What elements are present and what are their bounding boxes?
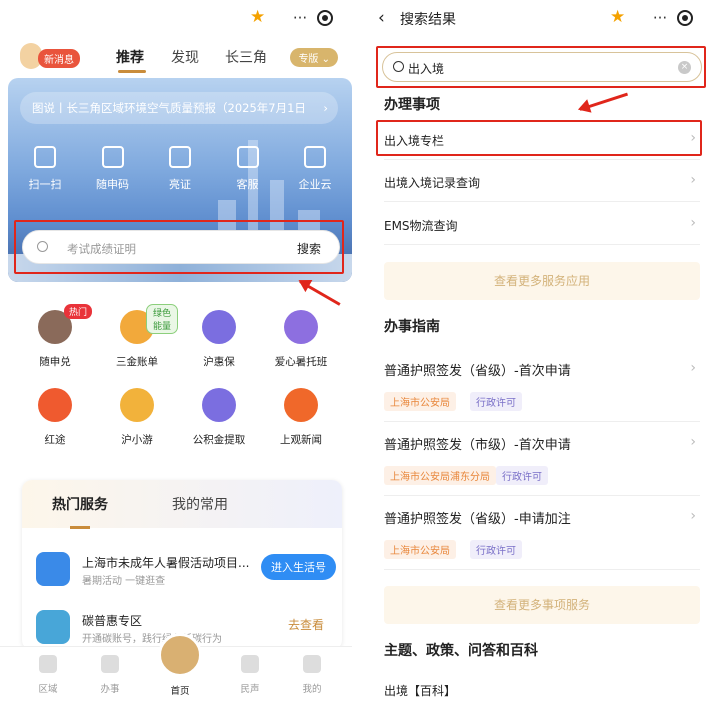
more-services-button[interactable]: 查看更多服务应用 [384,262,700,300]
enterprise-cloud-button[interactable]: 企业云 [290,142,340,202]
guide-item[interactable]: 普通护照签发（省级）-申请加注 › 上海市公安局 行政许可 [384,498,700,570]
scan-button[interactable]: 扫一扫 [20,142,70,202]
scan-icon [34,146,56,168]
highlight-box-search [14,220,344,274]
close-target-icon[interactable] [317,10,334,26]
tab-my-frequent[interactable]: 我的常用 [172,494,228,514]
go-view-link[interactable]: 去查看 [288,616,324,633]
tab-discover[interactable]: 发现 [171,47,199,67]
red-star-icon [38,388,72,422]
org-tag: 上海市公安局浦东分局 [384,466,496,485]
grid-item-provident-fund[interactable]: 公积金提取 [178,388,260,447]
app-grid: 随申兑 热门 三金账单 绿色能量 沪惠保 爱心暑托班 红途 沪小游 公积金提取 … [14,302,344,462]
home-screen: ★ ··· 新消息 推荐 发现 长三角 专版 ⌄ 图说丨长三角区域环境空气质量预… [0,0,352,709]
grid-item-huxiaoyou[interactable]: 沪小游 [96,388,178,447]
more-icon[interactable]: ··· [293,9,307,27]
summer-activity-icon [36,552,70,586]
nav-affairs[interactable]: 办事 [90,655,130,695]
org-tag: 上海市公安局 [384,540,456,559]
grid-item-shangguan-news[interactable]: 上观新闻 [260,388,342,447]
section-title-matters: 办理事项 [384,97,440,113]
wiki-item[interactable]: 出境【百科】 [384,670,700,709]
section-title-guides: 办事指南 [384,319,440,335]
bottom-navigation: 区域 办事 首页 民声 我的 [0,633,352,709]
nav-home[interactable]: 首页 [160,683,200,697]
qrcode-icon [101,146,124,168]
nav-mine[interactable]: 我的 [292,655,332,695]
brush-icon [101,655,119,673]
search-results-screen: ‹ 搜索结果 ★ ··· 出入境 × 办理事项 出入境专栏 › 出境入境记录查询… [366,0,724,709]
health-code-button[interactable]: 随申码 [88,142,138,202]
result-item-entry-exit-records[interactable]: 出境入境记录查询 › [384,162,700,202]
chevron-right-icon: › [690,215,696,231]
customer-service-button[interactable]: 客服 [223,142,273,202]
close-target-icon[interactable] [677,10,694,26]
home-logo-icon[interactable] [158,633,202,677]
chevron-right-icon: › [690,360,696,376]
quick-actions: 扫一扫 随申码 亮证 客服 企业云 [20,142,340,202]
person-icon [303,655,321,673]
grid-item-hongtu[interactable]: 红途 [14,388,96,447]
nav-voice[interactable]: 民声 [230,655,270,695]
favorite-star-icon[interactable]: ★ [250,7,265,27]
building-icon [304,146,326,168]
show-license-button[interactable]: 亮证 [155,142,205,202]
carbon-icon [36,610,70,644]
back-icon[interactable]: ‹ [378,8,385,28]
region-icon [39,655,57,673]
service-row[interactable]: 上海市未成年人暑假活动项目... 暑期活动 一键逛查 进入生活号 [36,550,336,594]
green-energy-badge: 绿色能量 [146,304,178,334]
travel-icon [120,388,154,422]
annotation-arrow [579,92,629,111]
highlight-box-query [376,46,706,88]
chevron-right-icon: › [690,172,696,188]
grid-item-summer-care[interactable]: 爱心暑托班 [260,310,342,369]
active-tab-underline [118,70,146,73]
chevron-right-icon: › [690,434,696,450]
chevron-right-icon: › [690,508,696,524]
highlight-box-result [376,120,702,156]
grid-item-sanjin-bill[interactable]: 三金账单 绿色能量 [96,304,178,369]
headset-icon [236,146,259,168]
mini-program-capsule[interactable]: ··· [642,6,704,30]
grid-item-suishendui[interactable]: 随申兑 热门 [14,304,96,369]
hot-services-card: 热门服务 我的常用 上海市未成年人暑假活动项目... 暑期活动 一键逛查 进入生… [22,480,342,650]
lotus-outline-icon [241,655,259,673]
heart-card-icon [284,310,318,344]
more-icon[interactable]: ··· [653,9,667,27]
hot-badge: 热门 [64,304,93,319]
tab-recommend[interactable]: 推荐 [116,47,144,67]
left-top-bar: ★ ··· [0,0,352,38]
section-title-topics: 主题、政策、问答和百科 [384,643,538,659]
grid-item-huhuibao[interactable]: 沪惠保 [178,310,260,369]
new-message-badge[interactable]: 新消息 [38,49,80,68]
kind-tag: 行政许可 [470,392,522,411]
more-matters-button[interactable]: 查看更多事项服务 [384,586,700,624]
news-ring-icon [284,388,318,422]
id-card-icon [169,146,191,168]
news-notice-bar[interactable]: 图说丨长三角区域环境空气质量预报（2025年7月1日 › [20,92,338,124]
page-title: 搜索结果 [400,12,456,28]
mini-program-capsule[interactable]: ··· [282,6,344,30]
kind-tag: 行政许可 [496,466,548,485]
right-top-bar: ‹ 搜索结果 ★ ··· [366,0,724,38]
kind-tag: 行政许可 [470,540,522,559]
enter-life-account-button[interactable]: 进入生活号 [261,554,336,580]
guide-item[interactable]: 普通护照签发（市级）-首次申请 › 上海市公安局浦东分局 行政许可 [384,424,700,496]
tab-yangtze-delta[interactable]: 长三角 [225,47,267,67]
nav-region[interactable]: 区域 [28,655,68,695]
special-edition-dropdown[interactable]: 专版 ⌄ [290,48,338,67]
hot-services-header: 热门服务 我的常用 [22,480,342,529]
favorite-star-icon[interactable]: ★ [610,7,625,27]
tab-hot-services[interactable]: 热门服务 [52,494,108,514]
org-tag: 上海市公安局 [384,392,456,411]
lotus-icon [202,310,236,344]
guide-item[interactable]: 普通护照签发（省级）-首次申请 › 上海市公安局 行政许可 [384,350,700,422]
house-icon [202,388,236,422]
screenshot-root: ★ ··· 新消息 推荐 发现 长三角 专版 ⌄ 图说丨长三角区域环境空气质量预… [0,0,724,709]
chevron-right-icon: › [323,101,328,115]
hot-tab-underline [70,526,90,529]
result-item-ems-tracking[interactable]: EMS物流查询 › [384,205,700,245]
